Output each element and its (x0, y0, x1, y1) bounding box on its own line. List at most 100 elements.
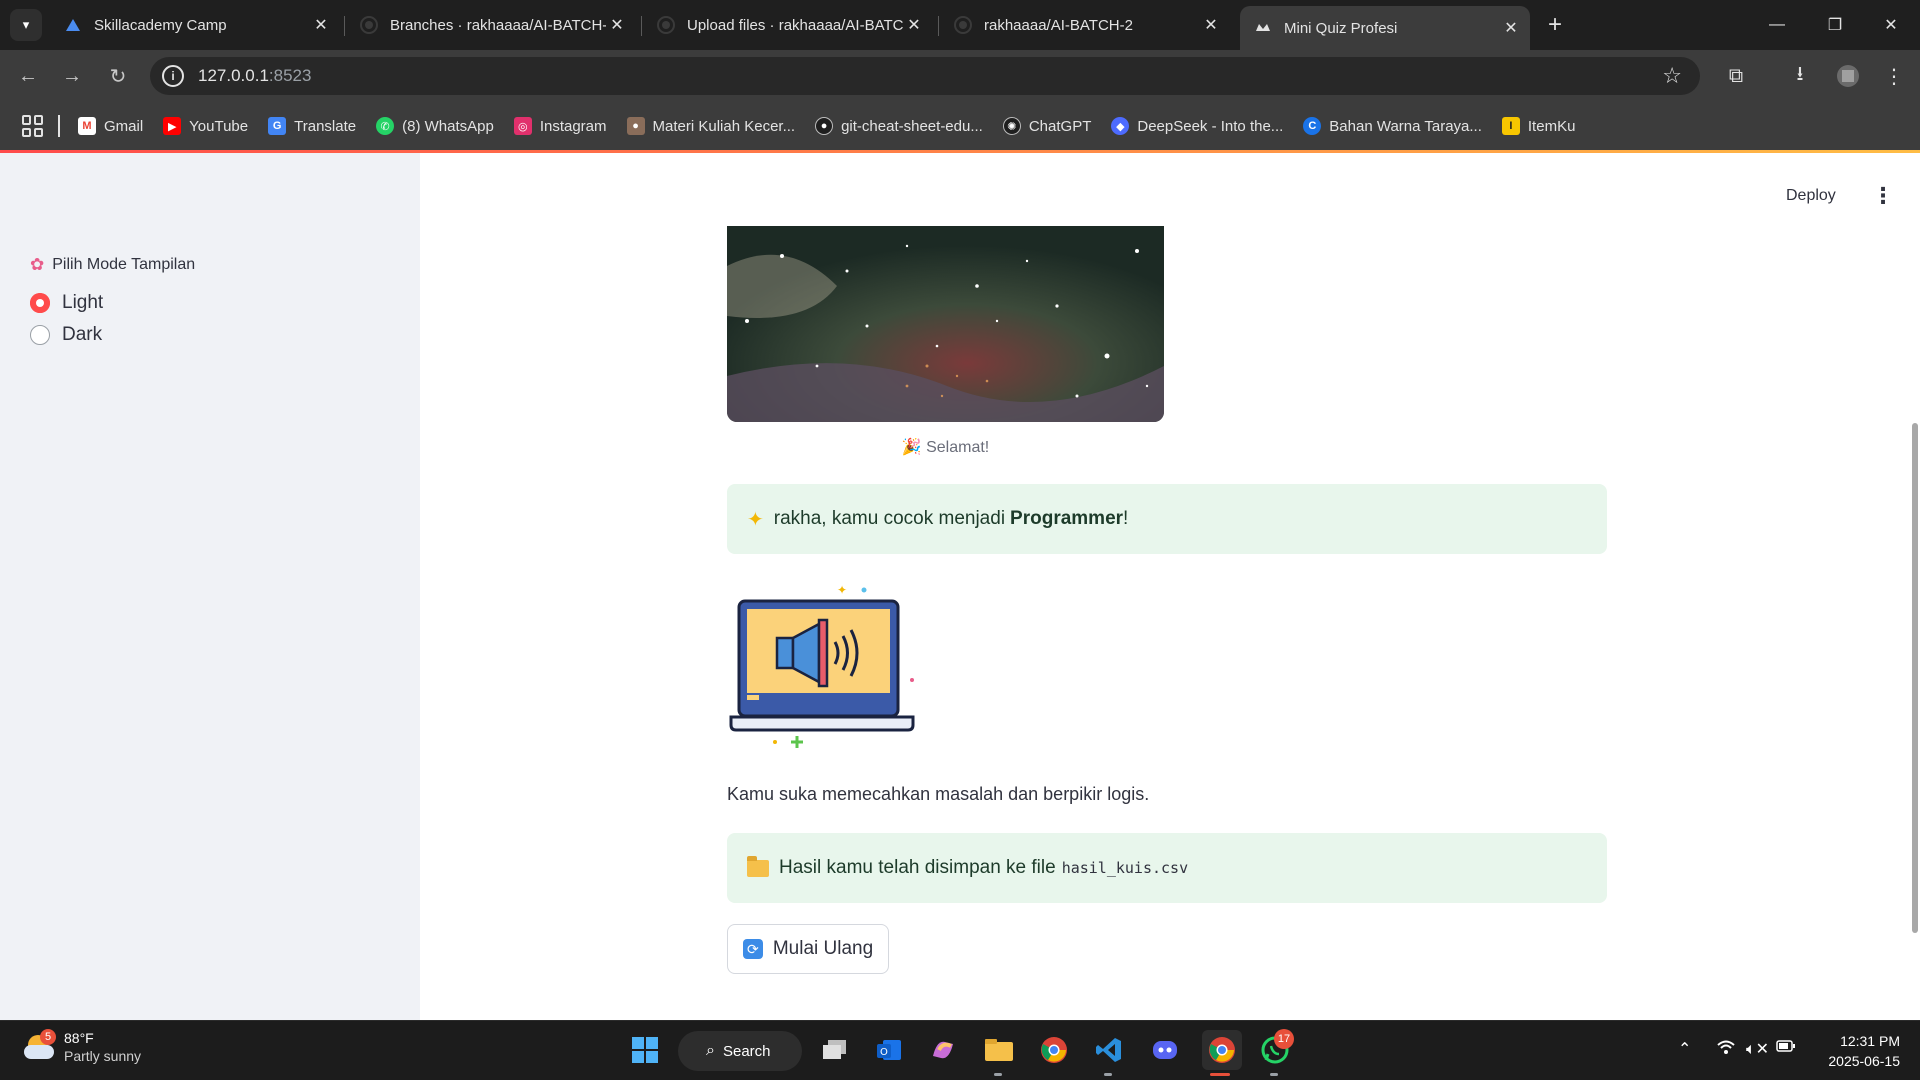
minimize-button[interactable]: — (1748, 0, 1806, 50)
close-icon[interactable]: ✕ (1500, 17, 1522, 39)
bookmark-git-cheat-sheet[interactable]: ● git-cheat-sheet-edu... (815, 117, 983, 135)
active-indicator (994, 1073, 1002, 1076)
refresh-icon: ⟳ (742, 939, 763, 959)
flower-icon: ✿ (30, 255, 45, 274)
copilot-icon[interactable] (926, 1033, 960, 1067)
close-icon[interactable]: ✕ (310, 14, 332, 36)
tab-repo[interactable]: rakhaaaa/AI-BATCH-2 ✕ (940, 8, 1230, 42)
restart-label: Mulai Ulang (772, 938, 874, 959)
tab-strip: ▾ Skillacademy Camp ✕ Branches · rakhaaa… (0, 0, 1920, 50)
active-indicator (1210, 1073, 1230, 1076)
clock-time: 12:31 PM (1840, 1033, 1900, 1049)
new-tab-button[interactable]: + (1542, 11, 1568, 38)
reload-button[interactable]: ↻ (102, 60, 134, 92)
close-icon[interactable]: ✕ (606, 14, 628, 36)
chrome-icon[interactable] (1037, 1033, 1071, 1067)
radio-button[interactable] (30, 325, 50, 345)
file-explorer-icon[interactable] (982, 1033, 1016, 1067)
github-icon: ● (815, 117, 834, 135)
folder-icon (747, 855, 769, 877)
skillacademy-icon (64, 16, 82, 34)
bookmark-youtube[interactable]: ▶ YouTube (163, 117, 248, 135)
battery-icon[interactable] (1776, 1039, 1796, 1058)
bookmark-bahan-warna[interactable]: C Bahan Warna Taraya... (1303, 117, 1482, 135)
radio-button-selected[interactable] (30, 293, 50, 313)
outlook-icon[interactable]: O (872, 1033, 906, 1067)
chrome-profile-icon[interactable] (1202, 1030, 1242, 1070)
radio-light[interactable]: Light (30, 292, 103, 314)
extensions-icon[interactable]: ⧉ (1720, 60, 1752, 92)
restore-button[interactable]: ❐ (1806, 0, 1864, 50)
tab-upload-files[interactable]: Upload files · rakhaaaa/AI-BATC ✕ (643, 8, 933, 42)
radio-dark[interactable]: Dark (30, 324, 102, 346)
profile-icon[interactable] (1832, 60, 1864, 92)
taskbar: 5 88°F Partly sunny ⌕ Search O 17 ⌃ 🔈︎✕ … (0, 1020, 1920, 1080)
vscode-icon[interactable] (1092, 1033, 1126, 1067)
result-prefix: rakha, kamu cocok menjadi (773, 508, 1006, 529)
whatsapp-icon: ✆ (376, 117, 395, 135)
svg-text:O: O (880, 1047, 888, 1058)
task-view-icon[interactable] (818, 1033, 852, 1067)
tab-mini-quiz[interactable]: Mini Quiz Profesi ✕ (1240, 6, 1530, 50)
active-indicator (1270, 1073, 1278, 1076)
bookmark-star-icon[interactable]: ☆ (1662, 63, 1682, 89)
canva-icon: C (1303, 117, 1322, 135)
bookmark-chatgpt[interactable]: ✺ ChatGPT (1002, 117, 1091, 135)
discord-icon[interactable] (1148, 1033, 1182, 1067)
svg-text:✦: ✦ (837, 583, 847, 597)
sparkle-icon: ✦ (747, 508, 764, 531)
radio-label: Light (62, 292, 104, 313)
wifi-icon[interactable] (1716, 1039, 1736, 1060)
bookmark-gmail[interactable]: M Gmail (78, 117, 143, 135)
tab-label: rakhaaaa/AI-BATCH-2 (984, 16, 1133, 34)
tab-separator (641, 16, 642, 36)
speaker-muted-icon[interactable]: 🔈︎✕ (1746, 1039, 1769, 1059)
forward-button[interactable]: → (56, 60, 88, 92)
download-icon[interactable]: ⭳ (1784, 60, 1816, 92)
tab-search-button[interactable]: ▾ (10, 9, 42, 41)
minimize-icon: — (1769, 16, 1785, 33)
weather-icon: 5 (24, 1029, 56, 1061)
app-menu-icon[interactable]: ⋮ (1872, 183, 1894, 209)
address-bar[interactable]: i 127.0.0.1:8523 ☆ (150, 57, 1700, 95)
arrow-right-icon: → (62, 64, 82, 87)
laptop-speaker-illustration: ✦ (727, 580, 917, 752)
tab-separator (938, 16, 939, 36)
deploy-button[interactable]: Deploy (1786, 187, 1836, 205)
restart-button[interactable]: ⟳ Mulai Ulang (727, 924, 889, 974)
scrollbar[interactable] (1912, 423, 1918, 933)
bookmark-whatsapp[interactable]: ✆ (8) WhatsApp (376, 117, 494, 135)
system-clock[interactable]: 12:31 PM 2025-06-15 (1810, 1031, 1900, 1071)
chevron-up-icon[interactable]: ⌃ (1678, 1039, 1691, 1059)
back-button[interactable]: ← (12, 60, 44, 92)
taskbar-search[interactable]: ⌕ Search (678, 1031, 802, 1071)
tab-skillacademy[interactable]: Skillacademy Camp ✕ (50, 8, 340, 42)
close-icon[interactable]: ✕ (1200, 14, 1222, 36)
gmail-icon: M (78, 117, 96, 135)
info-icon[interactable]: i (162, 65, 184, 87)
apps-icon[interactable] (22, 115, 44, 137)
restore-icon: ❐ (1827, 17, 1843, 34)
tab-label: Mini Quiz Profesi (1284, 19, 1398, 37)
weather-widget[interactable]: 5 88°F Partly sunny (24, 1029, 141, 1065)
menu-icon[interactable]: ⋮ (1878, 60, 1910, 92)
notification-badge: 17 (1274, 1029, 1294, 1049)
itemku-icon: I (1501, 117, 1520, 135)
tab-branches[interactable]: Branches · rakhaaaa/AI-BATCH- ✕ (346, 8, 636, 42)
profession-description: Kamu suka memecahkan masalah dan berpiki… (727, 784, 1150, 804)
sidebar-title: ✿ Pilih Mode Tampilan (30, 255, 196, 274)
bookmark-instagram[interactable]: ◎ Instagram (513, 117, 607, 135)
windows-start-icon[interactable] (628, 1033, 662, 1067)
close-window-button[interactable]: ✕ (1862, 0, 1920, 50)
close-icon: ✕ (1884, 17, 1898, 34)
translate-icon: G (268, 117, 287, 135)
sidebar: ✿ Pilih Mode Tampilan Light Dark (0, 153, 420, 1020)
radio-label: Dark (62, 324, 103, 345)
close-icon[interactable]: ✕ (903, 14, 925, 36)
bookmarks-bar: M Gmail ▶ YouTube G Translate ✆ (8) WhatsApp… (0, 102, 1920, 150)
bookmark-deepseek[interactable]: ◆ DeepSeek - Into the... (1111, 117, 1283, 135)
bookmark-itemku[interactable]: I ItemKu (1501, 117, 1575, 135)
main-content: Deploy ⋮ 🎉 Selamat! ✦ rakha, kamu cocok … (420, 153, 1920, 1020)
bookmark-materi-kuliah[interactable]: ● Materi Kuliah Kecer... (626, 117, 795, 135)
bookmark-translate[interactable]: G Translate (268, 117, 356, 135)
